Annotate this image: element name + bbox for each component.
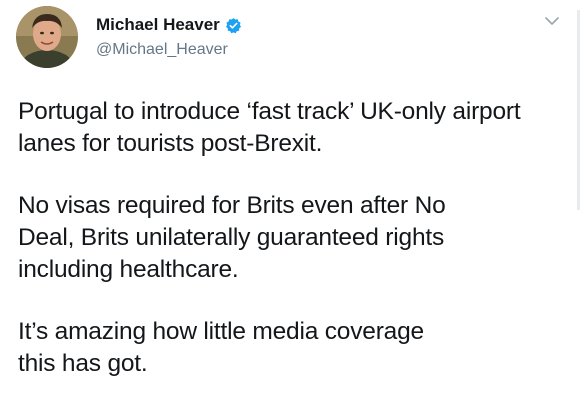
tweet-card: Michael Heaver @Michael_Heaver Portugal … xyxy=(0,0,580,411)
tweet-paragraph: Portugal to introduce ‘fast track’ UK-on… xyxy=(18,98,521,157)
tweet-paragraph: It’s amazing how little media coverage t… xyxy=(18,318,424,377)
author-name-row[interactable]: Michael Heaver xyxy=(96,14,242,36)
author-handle[interactable]: @Michael_Heaver xyxy=(96,41,228,59)
chevron-down-icon[interactable] xyxy=(543,14,561,28)
avatar[interactable] xyxy=(16,6,78,68)
author-display-name[interactable]: Michael Heaver xyxy=(96,15,220,35)
verified-badge-icon xyxy=(225,17,242,34)
tweet-paragraph: No visas required for Brits even after N… xyxy=(18,192,446,283)
tweet-text: Portugal to introduce ‘fast track’ UK-on… xyxy=(18,96,568,410)
